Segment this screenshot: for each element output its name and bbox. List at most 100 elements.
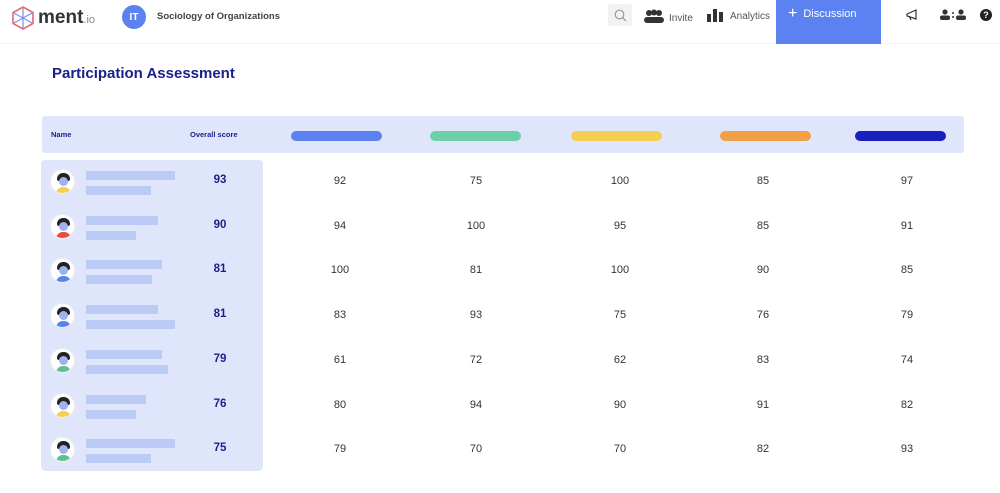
category-score: 91 <box>900 219 914 232</box>
subtitle-placeholder <box>86 320 175 330</box>
invite-label: Invite <box>669 13 693 24</box>
category-score: 94 <box>333 219 347 232</box>
category-score: 79 <box>333 443 347 456</box>
category-score: 70 <box>613 443 627 456</box>
overall-score: 90 <box>213 218 227 231</box>
workspace-avatar[interactable]: IT <box>122 5 146 29</box>
category-pill-2[interactable] <box>430 131 521 141</box>
invite-button[interactable]: Invite <box>644 8 693 24</box>
category-score: 61 <box>333 353 347 366</box>
overall-score: 79 <box>213 352 227 365</box>
avatar-face <box>59 266 68 276</box>
category-pill-3[interactable] <box>571 131 662 141</box>
overall-score: 76 <box>213 397 227 410</box>
category-score: 91 <box>756 398 770 411</box>
category-score: 85 <box>900 264 914 277</box>
overall-score: 81 <box>213 308 227 321</box>
avatar-shirt <box>56 187 71 193</box>
table-row[interactable]: 79 61 72 62 83 74 <box>0 347 1000 404</box>
category-score: 90 <box>613 398 627 411</box>
category-score: 100 <box>330 264 350 277</box>
name-placeholder <box>86 215 158 225</box>
avatar-shirt <box>56 231 71 238</box>
category-score: 100 <box>610 264 630 277</box>
avatar-face <box>59 311 68 321</box>
logo-icon <box>12 6 34 30</box>
subtitle-placeholder <box>86 409 136 419</box>
avatar <box>50 258 75 284</box>
avatar-shirt <box>56 321 71 328</box>
subtitle-placeholder <box>86 186 151 195</box>
avatar-face <box>59 177 68 186</box>
name-placeholder <box>86 394 146 404</box>
name-placeholder <box>86 260 162 270</box>
name-column-header[interactable]: Name <box>51 130 71 139</box>
avatar-face <box>59 400 68 410</box>
avatar <box>50 303 75 329</box>
avatar <box>50 213 75 239</box>
category-score: 75 <box>469 175 483 187</box>
table-row[interactable]: 75 79 70 70 82 93 <box>0 437 1000 493</box>
avatar <box>50 169 75 194</box>
overall-score: 75 <box>213 442 227 455</box>
category-score: 62 <box>613 353 627 366</box>
analytics-button[interactable]: Analytics <box>707 8 770 22</box>
discussion-label: Discussion <box>803 8 857 20</box>
logo-suffix: .io <box>83 14 96 26</box>
category-score: 82 <box>900 398 914 411</box>
table-header: Name Overall score <box>42 116 964 153</box>
category-score: 93 <box>900 443 914 456</box>
avatar <box>50 392 75 418</box>
category-score: 80 <box>333 398 347 411</box>
subtitle-placeholder <box>86 364 168 374</box>
logo[interactable]: ment.io <box>12 6 95 30</box>
category-pill-4[interactable] <box>720 131 811 141</box>
top-bar: ment.io IT Sociology of Organizations In… <box>0 0 1000 44</box>
category-score: 83 <box>756 353 770 366</box>
overall-score: 81 <box>213 263 227 276</box>
category-score: 74 <box>900 353 914 366</box>
category-score: 70 <box>469 443 483 456</box>
search-button[interactable] <box>608 4 632 26</box>
category-score: 81 <box>469 264 483 277</box>
page-title: Participation Assessment <box>52 65 235 82</box>
help-icon[interactable]: ? <box>980 9 992 21</box>
search-icon <box>614 9 626 21</box>
plus-icon: + <box>788 5 798 22</box>
name-placeholder <box>86 305 158 315</box>
overall-score-column-header[interactable]: Overall score <box>190 130 238 139</box>
avatar-face <box>59 355 68 365</box>
category-score: 82 <box>756 443 770 456</box>
megaphone-icon[interactable] <box>906 9 920 21</box>
category-score: 85 <box>756 219 770 232</box>
workspace-name[interactable]: Sociology of Organizations <box>157 11 280 22</box>
category-score: 100 <box>610 175 630 187</box>
avatar <box>50 347 75 373</box>
category-score: 76 <box>756 309 770 322</box>
category-pill-5[interactable] <box>855 131 946 141</box>
category-score: 97 <box>900 175 914 187</box>
name-placeholder <box>86 439 175 449</box>
avatar-face <box>59 221 68 231</box>
new-discussion-button[interactable]: + Discussion <box>776 0 881 44</box>
category-score: 94 <box>469 398 483 411</box>
avatar-shirt <box>56 276 71 283</box>
subtitle-placeholder <box>86 230 136 240</box>
avatar-shirt <box>56 455 71 462</box>
bar-chart-icon <box>707 8 723 22</box>
people-icon[interactable] <box>940 9 966 20</box>
category-score: 83 <box>333 309 347 322</box>
category-pill-1[interactable] <box>291 131 382 141</box>
users-icon <box>644 9 664 23</box>
category-score: 95 <box>613 219 627 232</box>
category-score: 93 <box>469 309 483 322</box>
category-score: 72 <box>469 353 483 366</box>
avatar-shirt <box>56 365 71 372</box>
overall-score: 93 <box>213 174 227 186</box>
category-score: 75 <box>613 309 627 322</box>
subtitle-placeholder <box>86 275 152 285</box>
avatar <box>50 437 75 463</box>
analytics-label: Analytics <box>730 11 771 22</box>
category-score: 85 <box>756 175 770 187</box>
subtitle-placeholder <box>86 454 151 464</box>
